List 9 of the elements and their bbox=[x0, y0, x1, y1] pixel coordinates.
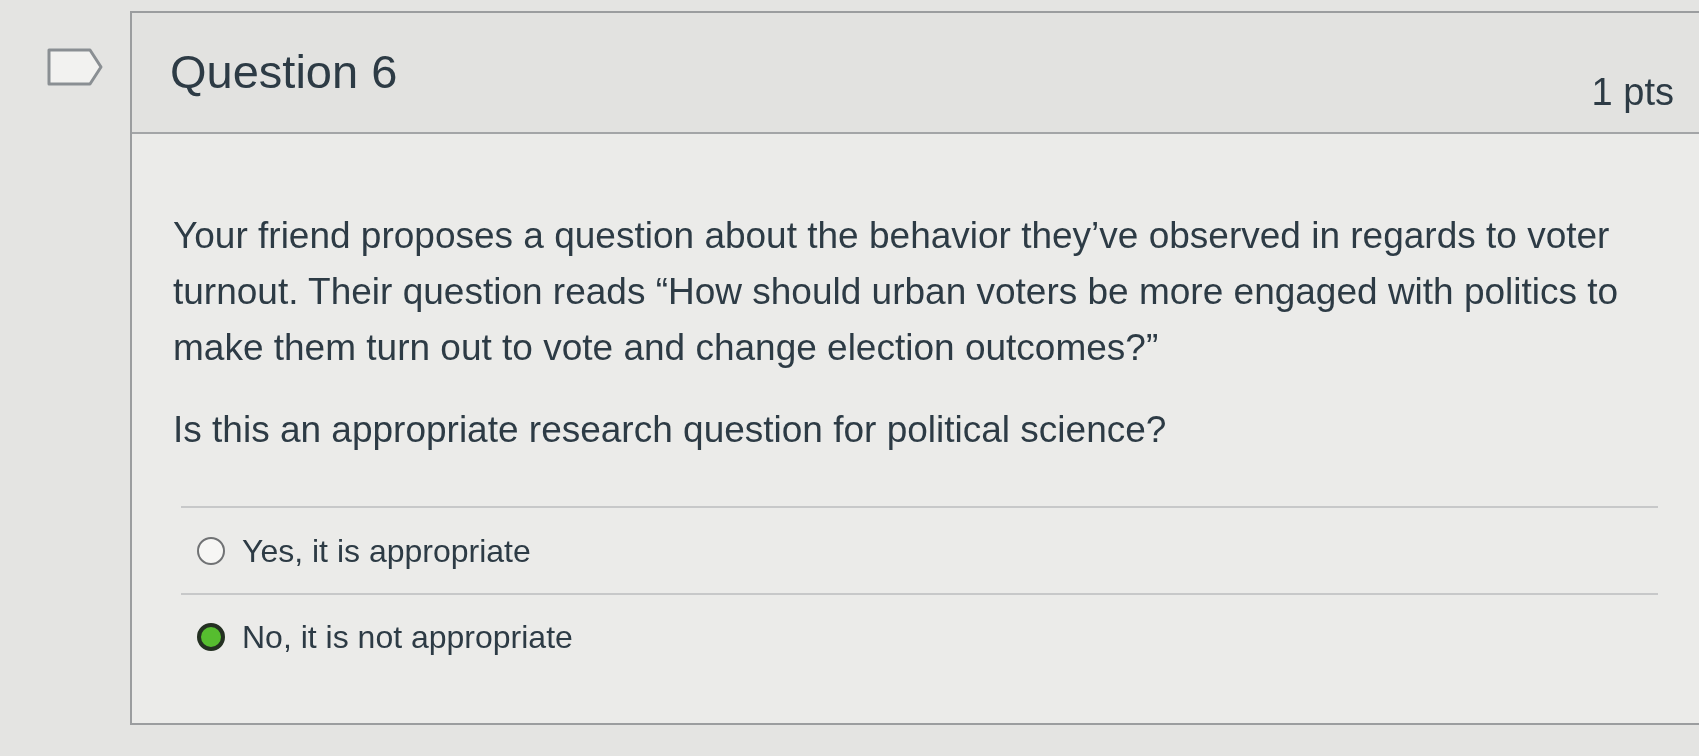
question-text: Is this an appropriate research question for political science? bbox=[173, 408, 1167, 452]
radio-button[interactable] bbox=[197, 623, 225, 651]
answer-label[interactable]: No, it is not appropriate bbox=[242, 616, 573, 658]
radio-button[interactable] bbox=[197, 536, 225, 565]
answer-label[interactable]: Yes, it is appropriate bbox=[242, 529, 531, 572]
flag-icon[interactable] bbox=[47, 48, 103, 86]
question-title: Question 6 bbox=[170, 44, 398, 100]
question-prompt: Your friend proposes a question about the behavior they’ve observed in regards to voter turnout. Their question reads “How should urban voters be more engaged with politics to make them turn out to vote and change election outcomes?” bbox=[173, 214, 1620, 370]
points-label: 1 pts bbox=[1591, 70, 1674, 115]
